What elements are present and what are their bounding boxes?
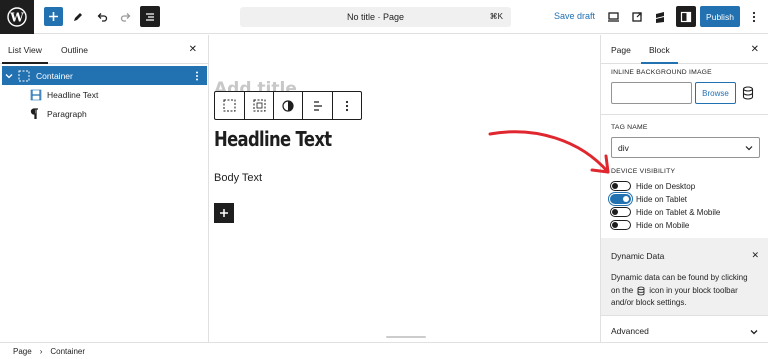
list-item-paragraph[interactable]: Paragraph	[2, 104, 207, 123]
heading-icon	[30, 89, 42, 100]
publish-button[interactable]: Publish	[700, 6, 740, 27]
list-item-label: Container	[36, 70, 73, 81]
tag-name-select[interactable]: div	[611, 137, 760, 158]
plus-icon	[220, 209, 228, 217]
redo-icon[interactable]	[118, 6, 134, 28]
list-view-panel: List View Outline ✕ Container Headline T…	[0, 35, 209, 342]
command-shortcut: ⌘K	[489, 12, 503, 21]
container-icon	[223, 99, 236, 112]
list-item-container[interactable]: Container	[2, 66, 207, 85]
top-toolbar: W No title · Page ⌘K Save draft Publish	[0, 0, 768, 34]
paragraph-icon	[30, 107, 38, 119]
toggle-label: Hide on Tablet & Mobile	[636, 207, 721, 217]
list-view-tabs: List View Outline ✕	[0, 35, 208, 64]
toggle-label: Hide on Mobile	[636, 220, 690, 230]
plugin-logo-icon[interactable]	[652, 6, 668, 28]
tab-block[interactable]: Block	[641, 45, 678, 64]
dynamic-data-title: Dynamic Data	[611, 251, 665, 261]
add-block-button[interactable]	[44, 7, 63, 26]
select-parent-button[interactable]	[215, 92, 245, 119]
contrast-icon	[282, 99, 294, 112]
breadcrumb-container[interactable]: Container	[50, 347, 85, 356]
save-draft-button[interactable]: Save draft	[554, 11, 595, 21]
align-left-icon	[313, 100, 322, 111]
browse-button[interactable]: Browse	[695, 82, 736, 104]
dynamic-data-text: Dynamic data can be found by clicking on…	[611, 272, 761, 310]
toggle-switch[interactable]	[610, 181, 631, 191]
chevron-down-icon[interactable]	[5, 72, 13, 80]
device-visibility-label: DEVICE VISIBILITY	[611, 168, 676, 175]
toggle-switch[interactable]	[610, 194, 631, 204]
toggle-hide-desktop[interactable]: Hide on Desktop	[610, 181, 695, 191]
notice-text: on the	[611, 285, 634, 295]
chevron-down-icon	[745, 146, 753, 151]
canvas-resize-handle[interactable]	[386, 336, 426, 338]
close-icon[interactable]: ✕	[751, 44, 759, 55]
chevron-down-icon[interactable]	[750, 329, 758, 335]
align-button[interactable]	[303, 92, 333, 119]
more-options-icon[interactable]	[748, 6, 760, 28]
wordpress-logo-icon[interactable]: W	[0, 0, 34, 34]
document-title: No title · Page	[346, 12, 405, 22]
breadcrumb: Page › Container	[0, 342, 768, 359]
undo-icon[interactable]	[94, 6, 110, 28]
tab-outline[interactable]: Outline	[61, 45, 88, 55]
toggle-switch[interactable]	[610, 220, 631, 230]
toggle-hide-tablet[interactable]: Hide on Tablet	[610, 194, 687, 204]
settings-sidebar-toggle[interactable]	[676, 6, 696, 27]
more-options-icon	[345, 100, 349, 111]
tab-list-view[interactable]: List View	[2, 45, 48, 64]
list-item-headline[interactable]: Headline Text	[2, 85, 207, 104]
tag-name-value: div	[618, 142, 629, 153]
notice-line: and/or block settings.	[611, 298, 687, 307]
block-inserter-button[interactable]	[214, 203, 234, 223]
document-title-bar[interactable]: No title · Page ⌘K	[240, 7, 511, 27]
document-overview-button[interactable]	[140, 6, 160, 27]
block-type-button[interactable]	[245, 92, 274, 119]
database-icon	[637, 286, 645, 296]
database-icon[interactable]	[742, 86, 754, 100]
background-image-input[interactable]	[611, 82, 692, 104]
style-contrast-button[interactable]	[274, 92, 303, 119]
headline-block[interactable]: Headline Text	[214, 127, 332, 151]
notice-text: icon in your block toolbar	[649, 285, 738, 295]
container-icon	[253, 99, 265, 112]
divider	[601, 315, 768, 316]
notice-line: Dynamic data can be found by clicking	[611, 273, 748, 282]
view-page-icon[interactable]	[629, 6, 645, 28]
breadcrumb-page[interactable]: Page	[13, 347, 32, 356]
toggle-hide-tablet-mobile[interactable]: Hide on Tablet & Mobile	[610, 207, 720, 217]
toggle-label: Hide on Desktop	[636, 181, 696, 191]
dynamic-data-notice: Dynamic Data ✕ Dynamic data can be found…	[601, 238, 768, 315]
advanced-panel-toggle[interactable]: Advanced	[611, 326, 649, 336]
toggle-label: Hide on Tablet	[636, 194, 687, 204]
preview-device-icon[interactable]	[605, 6, 621, 28]
inline-bg-label: INLINE BACKGROUND IMAGE	[611, 69, 712, 76]
close-icon[interactable]: ✕	[189, 44, 197, 55]
container-icon	[18, 70, 30, 81]
chevron-right-icon: ›	[39, 346, 43, 356]
notice-line: on the icon in your block toolbar	[611, 285, 761, 298]
block-options-button[interactable]	[333, 92, 361, 119]
list-item-label: Headline Text	[47, 89, 99, 100]
divider	[601, 114, 768, 115]
item-options-icon[interactable]	[195, 71, 199, 81]
settings-sidebar: Page Block ✕ INLINE BACKGROUND IMAGE Bro…	[600, 35, 768, 342]
tab-page[interactable]: Page	[611, 45, 631, 55]
paragraph-block[interactable]: Body Text	[214, 172, 262, 184]
list-item-label: Paragraph	[47, 108, 87, 119]
editor-canvas[interactable]: Add title Headline Text Body Text	[210, 35, 600, 342]
toggle-hide-mobile[interactable]: Hide on Mobile	[610, 220, 689, 230]
toggle-switch[interactable]	[610, 207, 631, 217]
tag-name-label: TAG NAME	[611, 124, 648, 131]
block-toolbar	[214, 91, 362, 120]
svg-text:W: W	[9, 11, 24, 25]
pencil-tool-icon[interactable]	[70, 6, 86, 28]
close-icon[interactable]: ✕	[751, 250, 759, 261]
settings-tabs: Page Block ✕	[601, 35, 768, 64]
